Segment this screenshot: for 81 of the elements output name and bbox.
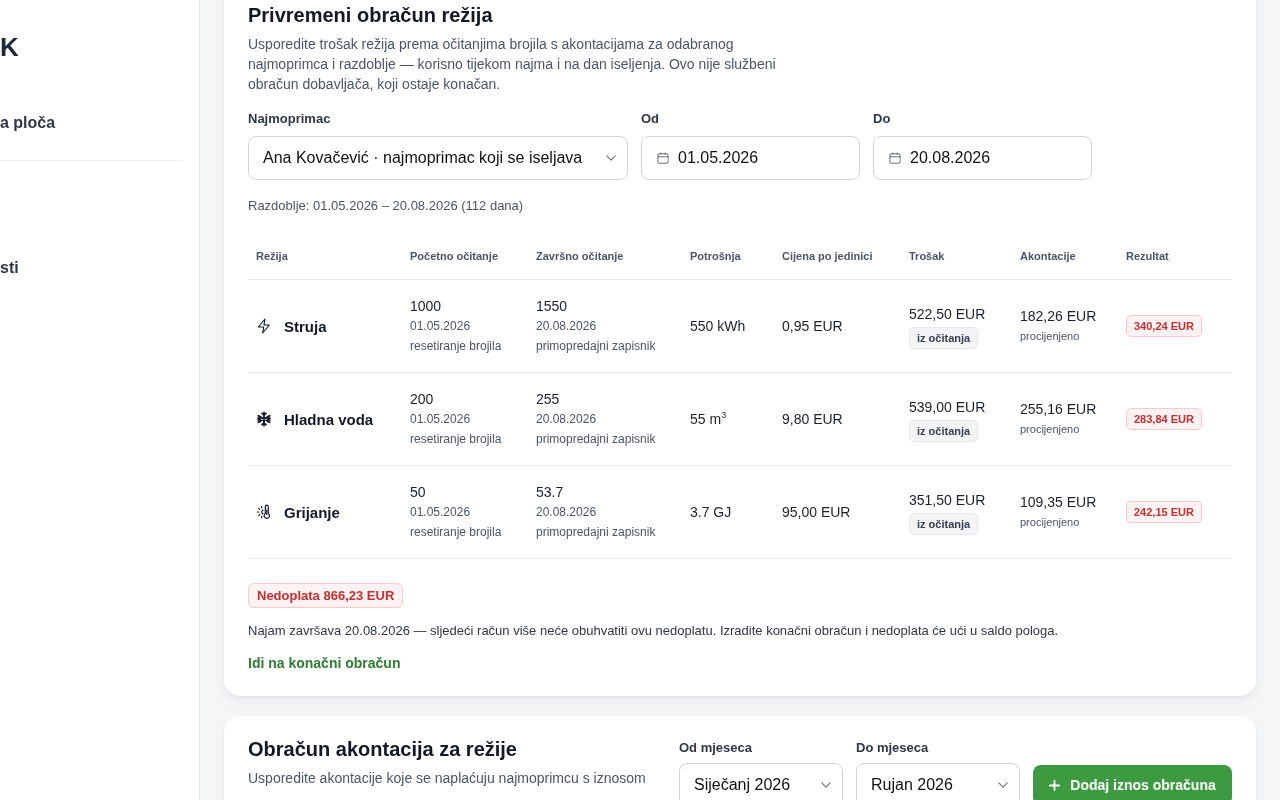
column-header: Početno očitanje: [402, 232, 528, 280]
reading-value: 255: [536, 390, 561, 409]
column-header: Rezultat: [1118, 232, 1232, 280]
utility-name: Hladna voda: [284, 410, 374, 428]
unit-price: 9,80 EUR: [782, 411, 843, 427]
reading-note: primopredajni zapisnik: [536, 338, 657, 355]
underpayment-badge: Nedoplata 866,23 EUR: [248, 583, 404, 608]
date-field[interactable]: 01.05.2026: [641, 136, 860, 180]
consumption-value: 3.7 GJ: [690, 504, 732, 520]
cost-value: 539,00 EUR: [909, 397, 987, 417]
section-description: Usporedite trošak režija prema očitanjima brojila s akontacijama za odabranog najmoprimca i razdoblje — korisno tijekom najma i na dan iseljenja. Ovo nije službeni obračun dobavljača, koji ostaje konačan.: [248, 35, 777, 94]
reading-note: resetiranje brojila: [410, 524, 503, 541]
unit-price: 0,95 EUR: [782, 318, 843, 334]
field-label: Do: [873, 110, 892, 128]
period-note: Razdoblje: 01.05.2026 – 20.08.2026 (112 dana): [248, 197, 525, 215]
utility-name: Grijanje: [284, 503, 340, 521]
unit-price: 95,00 EUR: [782, 504, 851, 520]
column-header: Akontacije: [1012, 232, 1118, 280]
reading-date: 20.08.2026: [536, 318, 598, 335]
calendar-icon: [889, 152, 901, 164]
calendar-icon: [657, 152, 669, 164]
plus-icon: [1049, 779, 1061, 791]
snowflake-icon: [256, 411, 272, 427]
dropdown-field[interactable]: Siječanj 2026: [679, 763, 843, 800]
logo-text: K: [0, 33, 19, 61]
heater-thermometer-icon: [256, 504, 272, 520]
column-header: Potrošnja: [682, 232, 774, 280]
dropdown-field[interactable]: Rujan 2026: [856, 763, 1020, 800]
field-label: Do mjeseca: [856, 739, 930, 757]
field-label: Od: [641, 110, 661, 128]
reading-date: 01.05.2026: [410, 504, 472, 521]
section-description: Usporedite akontacije koje se naplaćuju najmoprimcu s iznosom: [248, 769, 647, 788]
reading-note: primopredajni zapisnik: [536, 524, 657, 541]
notice-text: Najam završava 20.08.2026 — sljedeći račun više neće obuhvatiti ovu nedoplatu. Izradite konačni obračun i nedoplata će ući u saldo pologa.: [248, 622, 1060, 640]
reading-value: 200: [410, 390, 435, 409]
final-settlement-link[interactable]: Idi na konačni obračun: [248, 653, 401, 673]
result-badge: 283,84 EUR: [1126, 408, 1202, 430]
column-header: Završno očitanje: [528, 232, 682, 280]
advance-value: 109,35 EUR: [1020, 492, 1098, 512]
cost-value: 522,50 EUR: [909, 304, 987, 324]
reading-value: 1000: [410, 297, 443, 316]
reading-date: 20.08.2026: [536, 504, 598, 521]
cost-value: 351,50 EUR: [909, 490, 987, 510]
advance-note: procijenjeno: [1020, 421, 1081, 437]
advance-note: procijenjeno: [1020, 328, 1081, 344]
reading-date: 01.05.2026: [410, 411, 472, 428]
reading-value: 1550: [536, 297, 569, 316]
reading-value: 53.7: [536, 483, 565, 502]
source-tag: iz očitanja: [909, 419, 979, 442]
advance-value: 182,26 EUR: [1020, 306, 1098, 326]
consumption-value: 550 kWh: [690, 318, 746, 334]
section-title: Privremeni obračun režija: [248, 3, 494, 28]
column-header: Režija: [248, 232, 402, 280]
add-amount-button[interactable]: Dodaj iznos obračuna: [1033, 765, 1232, 800]
chevron-down-icon: [606, 155, 616, 161]
dropdown-field[interactable]: Ana Kovačević · najmoprimac koji se iseljava: [248, 136, 628, 180]
field-label: Najmoprimac: [248, 110, 332, 128]
section-title: Obračun akontacija za režije: [248, 737, 518, 762]
date-field[interactable]: 20.08.2026: [873, 136, 1092, 180]
nav-item[interactable]: sti: [0, 258, 19, 278]
column-header: Trošak: [901, 232, 1012, 280]
advance-value: 255,16 EUR: [1020, 399, 1098, 419]
chevron-down-icon: [821, 782, 831, 788]
result-badge: 242,15 EUR: [1126, 501, 1202, 523]
reading-note: primopredajni zapisnik: [536, 431, 657, 448]
field-label: Od mjeseca: [679, 739, 753, 757]
chevron-down-icon: [998, 782, 1008, 788]
utility-name: Struja: [284, 317, 327, 335]
reading-note: resetiranje brojila: [410, 431, 503, 448]
nav-item[interactable]: a ploča: [0, 113, 56, 133]
reading-note: resetiranje brojila: [410, 338, 503, 355]
reading-date: 01.05.2026: [410, 318, 472, 335]
source-tag: iz očitanja: [909, 512, 979, 535]
source-tag: iz očitanja: [909, 326, 979, 349]
advance-note: procijenjeno: [1020, 514, 1081, 530]
reading-value: 50: [410, 483, 427, 502]
result-badge: 340,24 EUR: [1126, 315, 1202, 337]
lightning-icon: [256, 318, 272, 334]
consumption-value: 55 m$^{3}$: [690, 411, 727, 427]
reading-date: 20.08.2026: [536, 411, 598, 428]
column-header: Cijena po jedinici: [774, 232, 901, 280]
